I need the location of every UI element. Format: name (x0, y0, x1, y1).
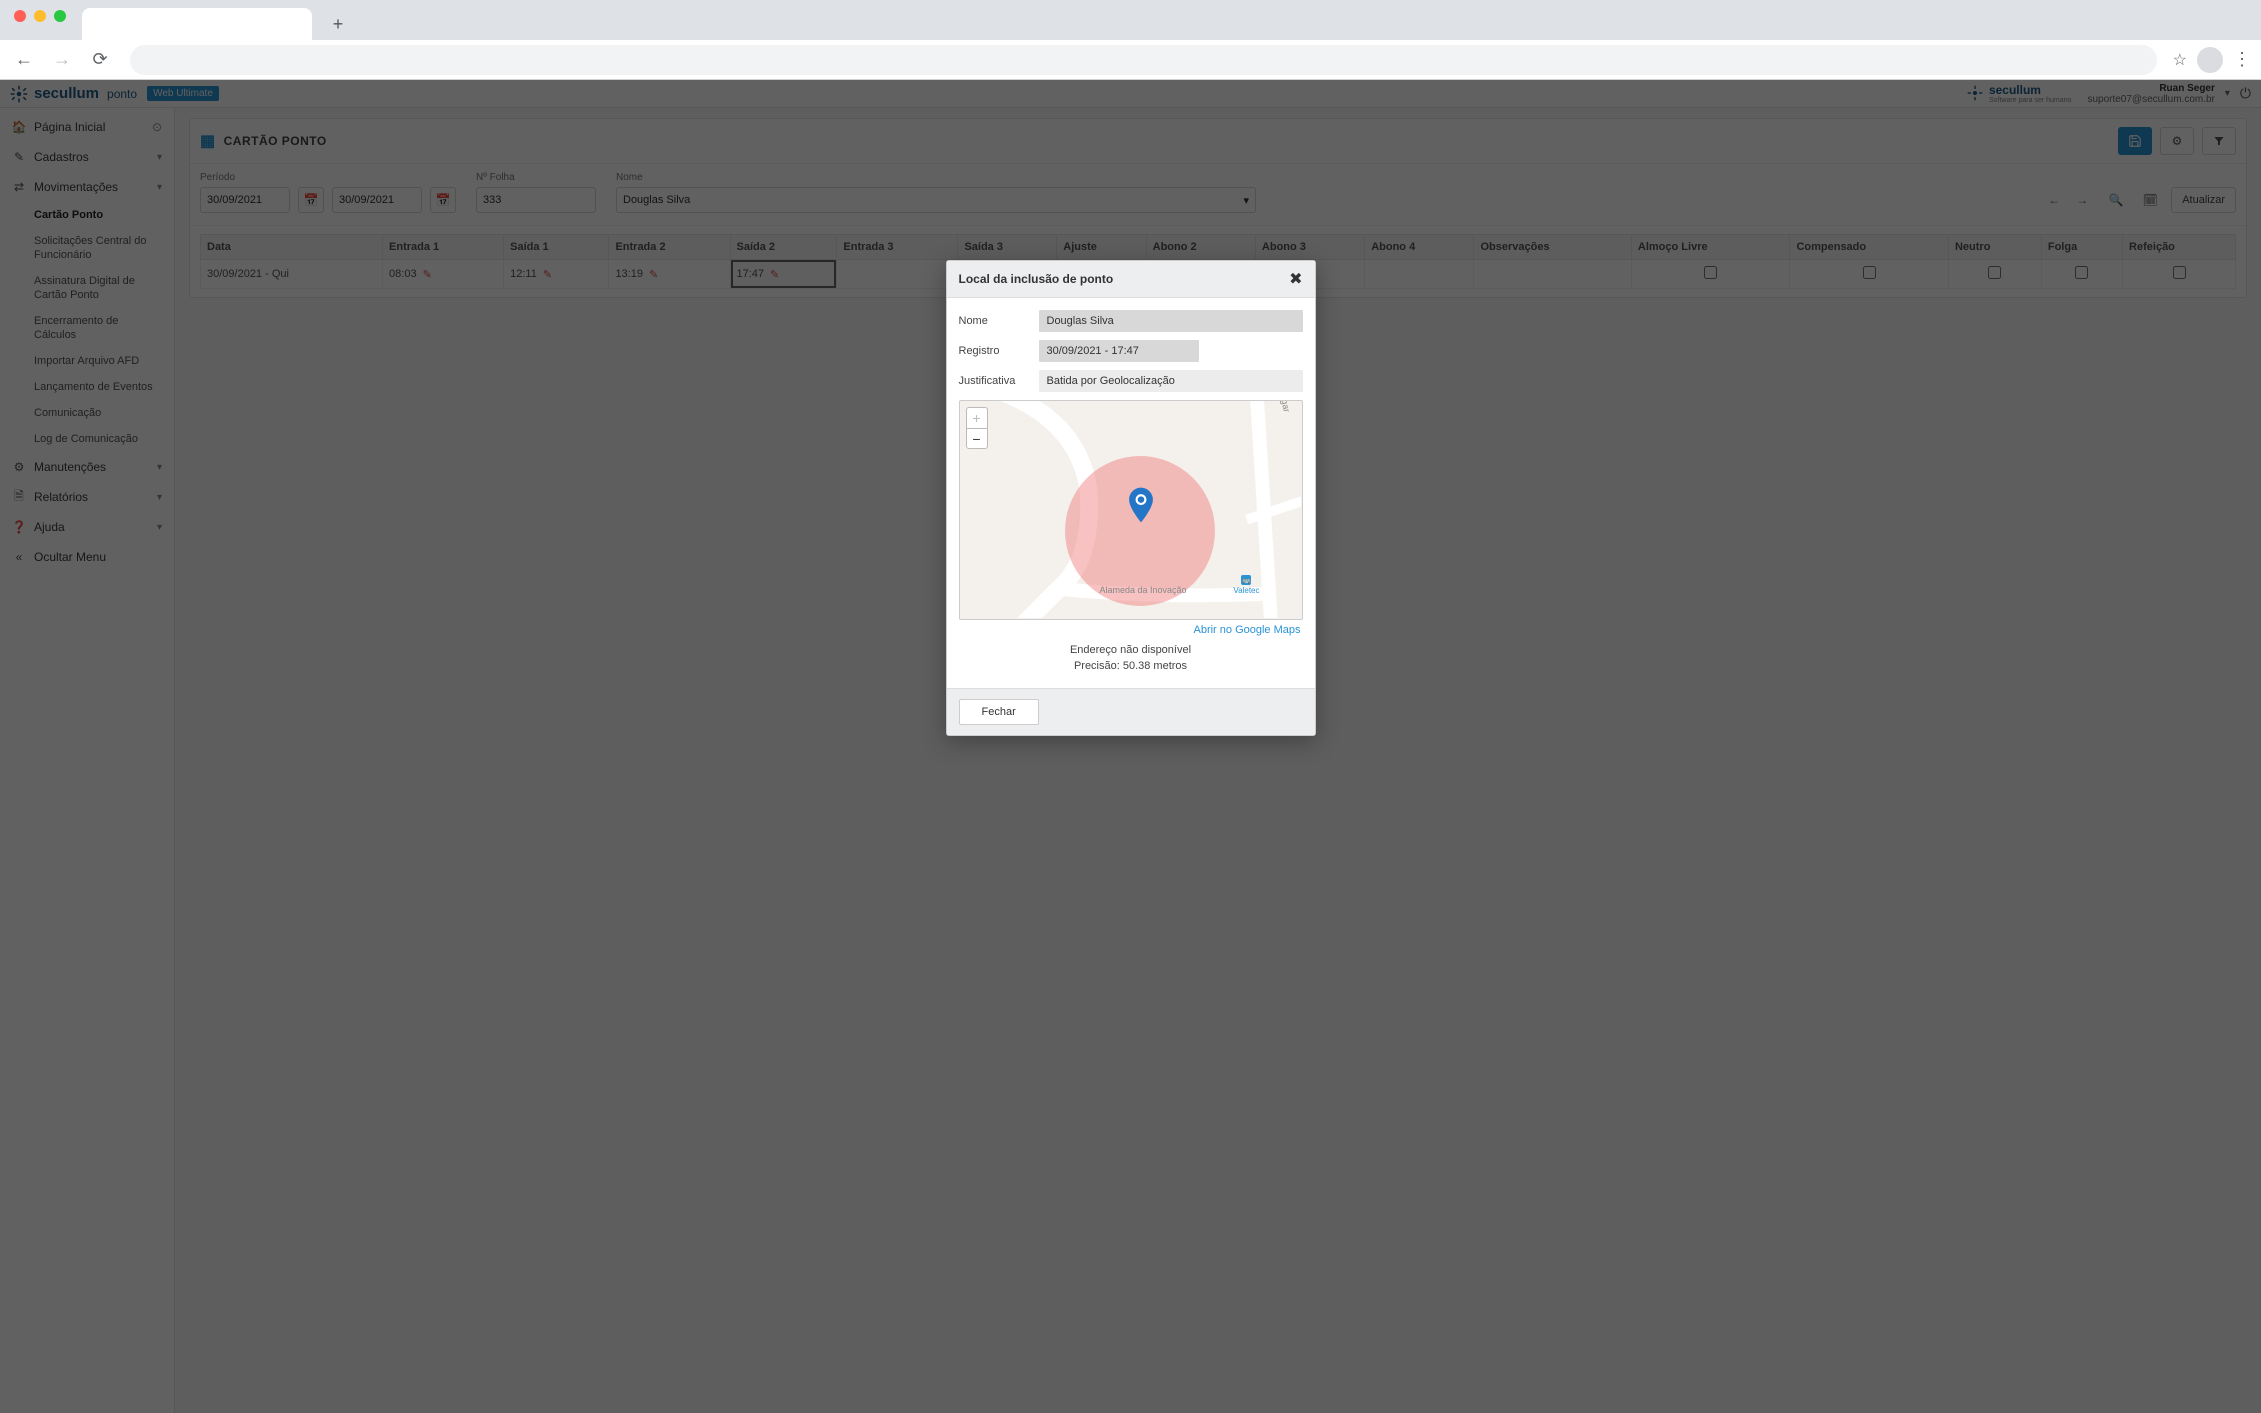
open-google-maps-link[interactable]: Abrir no Google Maps (1194, 624, 1301, 636)
window-max-dot[interactable] (54, 10, 66, 22)
bus-icon: 🚌 (1241, 575, 1251, 585)
field-justificativa-label: Justificativa (959, 375, 1029, 387)
browser-tabbar: + (0, 0, 2261, 40)
map-marker-icon (1128, 487, 1154, 523)
map[interactable]: + − Alameda da Inovação Avenida Edgar 🚌 … (959, 400, 1303, 620)
back-button[interactable]: ← (10, 46, 38, 74)
browser-menu-icon[interactable]: ⋮ (2233, 49, 2251, 70)
field-registro-value: 30/09/2021 - 17:47 (1039, 340, 1199, 362)
modal-title: Local da inclusão de ponto (959, 272, 1114, 286)
fechar-button[interactable]: Fechar (959, 699, 1039, 725)
accuracy-circle (1065, 456, 1215, 606)
zoom-out-button[interactable]: − (967, 428, 987, 448)
reload-button[interactable]: ⟳ (86, 46, 114, 74)
bus-stop-marker: 🚌 Valetec (1233, 575, 1259, 595)
window-controls (10, 0, 74, 40)
browser-tab[interactable] (82, 8, 312, 40)
map-road-label: Alameda da Inovação (1100, 585, 1187, 595)
address-bar[interactable] (130, 45, 2157, 75)
forward-button[interactable]: → (48, 46, 76, 74)
new-tab-button[interactable]: + (324, 10, 352, 38)
zoom-in-button[interactable]: + (967, 408, 987, 428)
bookmark-icon[interactable]: ☆ (2173, 50, 2187, 70)
field-nome-value: Douglas Silva (1039, 310, 1303, 332)
field-justificativa-value: Batida por Geolocalização (1039, 370, 1303, 392)
modal-overlay: Local da inclusão de ponto ✖ Nome Dougla… (0, 80, 2261, 1413)
window-close-dot[interactable] (14, 10, 26, 22)
bus-stop-label: Valetec (1233, 586, 1259, 595)
field-nome-label: Nome (959, 315, 1029, 327)
profile-avatar[interactable] (2197, 47, 2223, 73)
browser-toolbar: ← → ⟳ ☆ ⋮ (0, 40, 2261, 80)
address-line1: Endereço não disponível (959, 642, 1303, 658)
address-line2: Precisão: 50.38 metros (959, 658, 1303, 674)
close-icon[interactable]: ✖ (1289, 269, 1302, 289)
field-registro-label: Registro (959, 345, 1029, 357)
map-zoom-control: + − (966, 407, 988, 449)
modal-local-inclusao: Local da inclusão de ponto ✖ Nome Dougla… (946, 260, 1316, 736)
window-min-dot[interactable] (34, 10, 46, 22)
